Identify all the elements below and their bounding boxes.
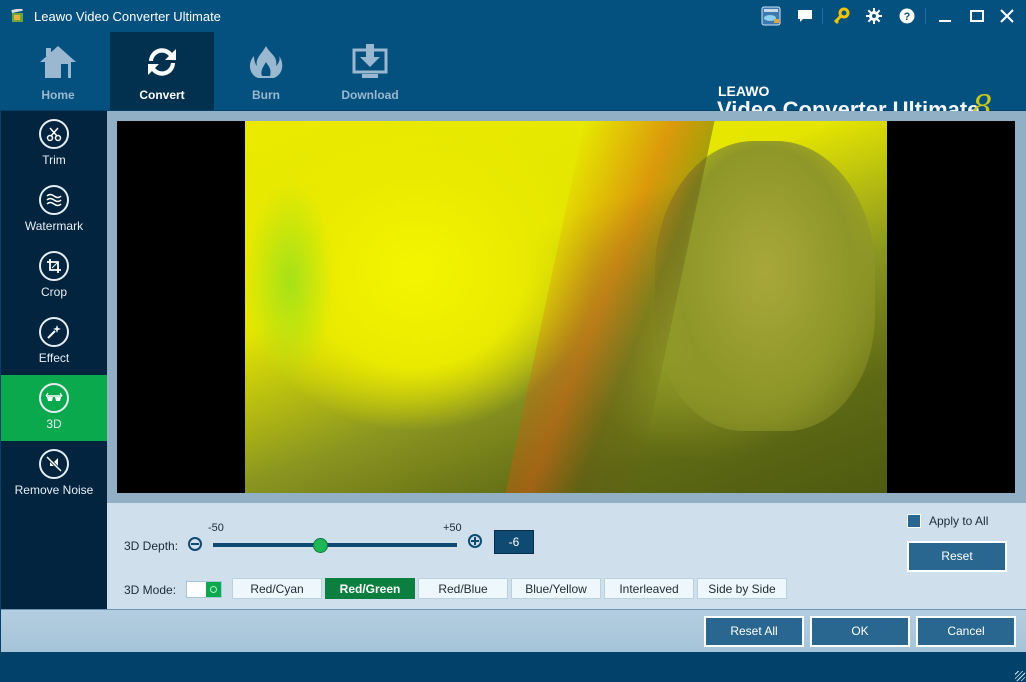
- sidebar-item-trim[interactable]: Trim: [1, 111, 107, 177]
- dialog-footer: Reset All OK Cancel: [1, 609, 1026, 652]
- mode-interleaved[interactable]: Interleaved: [604, 578, 694, 599]
- sidebar-item-label: Trim: [42, 153, 66, 167]
- nav-convert-label: Convert: [139, 88, 185, 102]
- sidebar-item-label: Crop: [40, 285, 67, 299]
- key-icon[interactable]: [831, 6, 851, 26]
- svg-text:?: ?: [904, 11, 911, 23]
- nav-convert[interactable]: Convert: [110, 32, 214, 110]
- mode-red-blue[interactable]: Red/Blue: [418, 578, 508, 599]
- depth-label: 3D Depth:: [124, 539, 179, 553]
- 3d-mode-toggle[interactable]: [186, 581, 222, 598]
- toolbar-separator: [925, 8, 926, 24]
- cancel-button[interactable]: Cancel: [916, 616, 1016, 647]
- burn-icon: [246, 44, 286, 80]
- depth-slider-thumb[interactable]: [313, 538, 329, 553]
- mode-red-green[interactable]: Red/Green: [325, 578, 415, 599]
- video-frame-image: [245, 121, 887, 493]
- increase-depth-button[interactable]: [468, 534, 482, 548]
- nav-burn-label: Burn: [252, 88, 280, 102]
- nav-download[interactable]: Download: [318, 32, 422, 110]
- sidebar-item-label: Effect: [38, 351, 70, 365]
- nav-download-label: Download: [341, 88, 399, 102]
- app-window: Leawo Video Converter Ultimate ? Home Co…: [0, 0, 1026, 682]
- nav-home[interactable]: Home: [6, 32, 110, 110]
- minus-icon: [191, 543, 199, 545]
- sidebar-item-remove-noise[interactable]: Remove Noise: [1, 441, 107, 507]
- toggle-knob: [206, 582, 221, 597]
- mode-label: 3D Mode:: [124, 583, 177, 597]
- download-icon: [350, 44, 390, 80]
- nav-burn[interactable]: Burn: [214, 32, 318, 110]
- watermark-icon: [39, 185, 69, 215]
- apply-to-all-label: Apply to All: [929, 514, 989, 528]
- sidebar-item-watermark[interactable]: Watermark: [1, 177, 107, 243]
- checkbox-box[interactable]: [907, 514, 921, 528]
- maximize-icon[interactable]: [967, 6, 987, 26]
- sidebar-item-label: Remove Noise: [14, 483, 94, 497]
- convert-icon: [142, 44, 182, 80]
- nav-home-label: Home: [41, 88, 75, 102]
- sidebar-item-crop[interactable]: Crop: [1, 243, 107, 309]
- sidebar-item-effect[interactable]: Effect: [1, 309, 107, 375]
- home-icon: [38, 44, 78, 80]
- main-nav: Home Convert Burn Download LEAWO Video C…: [0, 32, 1026, 126]
- help-icon[interactable]: ?: [897, 6, 917, 26]
- scissors-icon: [39, 119, 69, 149]
- sidebar-item-label: Watermark: [24, 219, 84, 233]
- minimize-icon[interactable]: [935, 6, 955, 26]
- reset-button[interactable]: Reset: [907, 541, 1007, 572]
- editor-panel: 3D Depth: -50 +50 -6 3D Mode: Red/Cyan R…: [107, 111, 1026, 609]
- close-icon[interactable]: [997, 6, 1017, 26]
- toolbar-separator: [822, 8, 823, 24]
- chat-icon[interactable]: [795, 6, 815, 26]
- edit-sidebar: Trim Watermark Crop Effect 3D Remove Noi…: [1, 111, 107, 609]
- video-preview: [117, 121, 1015, 493]
- mode-side-by-side[interactable]: Side by Side: [697, 578, 787, 599]
- crop-icon: [39, 251, 69, 281]
- gear-icon[interactable]: [864, 6, 884, 26]
- depth-value-field[interactable]: -6: [494, 530, 534, 554]
- depth-min-label: -50: [208, 522, 224, 534]
- app-logo-icon: [11, 7, 25, 23]
- support-badge-icon[interactable]: [761, 6, 781, 26]
- mode-blue-yellow[interactable]: Blue/Yellow: [511, 578, 601, 599]
- sidebar-item-label: 3D: [46, 417, 62, 431]
- sidebar-item-3d[interactable]: 3D: [1, 375, 107, 441]
- title-bar: Leawo Video Converter Ultimate ?: [0, 0, 1026, 32]
- reset-all-button[interactable]: Reset All: [704, 616, 804, 647]
- plus-icon: [471, 537, 479, 545]
- depth-max-label: +50: [443, 522, 462, 534]
- resize-grip[interactable]: [1015, 671, 1025, 681]
- window-title: Leawo Video Converter Ultimate: [34, 9, 221, 24]
- mode-red-cyan[interactable]: Red/Cyan: [232, 578, 322, 599]
- video-preview-frame: [107, 111, 1026, 503]
- ok-button[interactable]: OK: [810, 616, 910, 647]
- effect-wand-icon: [39, 317, 69, 347]
- 3d-glasses-icon: [39, 383, 69, 413]
- remove-noise-icon: [39, 449, 69, 479]
- depth-slider[interactable]: [213, 538, 457, 553]
- decrease-depth-button[interactable]: [188, 537, 202, 551]
